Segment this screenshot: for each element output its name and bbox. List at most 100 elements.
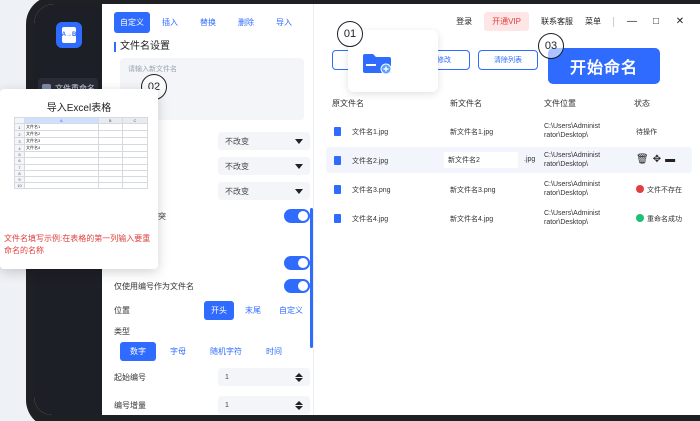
column-header: 原文件名 xyxy=(332,99,364,108)
start-rename-button[interactable]: 开始命名 xyxy=(548,48,660,84)
increment-row: 编号增量 1 xyxy=(114,396,310,414)
position-segment: 开头 末尾 自定义 xyxy=(204,301,310,320)
section-title: 文件名设置 xyxy=(114,42,170,52)
number-only-toggle[interactable] xyxy=(284,279,310,293)
tab-import[interactable]: 导入 xyxy=(266,12,302,33)
type-label: 类型 xyxy=(114,327,130,336)
table-row[interactable]: 文件名2.jpg 新文件名2 .jpg C:\Users\Administ rat… xyxy=(326,147,692,173)
settings-scrollbar[interactable] xyxy=(310,208,313,348)
status-error: 文件不存在 xyxy=(636,185,682,195)
folder-icon[interactable]: ▬ xyxy=(665,154,679,165)
chevron-down-icon xyxy=(295,138,303,144)
file-icon xyxy=(334,185,341,194)
number-only-label: 仅使用编号作为文件名 xyxy=(114,281,194,291)
extension-text: .jpg xyxy=(524,156,536,163)
file-location: C:\Users\Administ rator\Desktop\ xyxy=(544,210,601,226)
column-header: 文件位置 xyxy=(544,99,576,108)
file-icon xyxy=(334,214,341,223)
menu-link[interactable]: 菜单 xyxy=(585,16,601,27)
position-start-option[interactable]: 开头 xyxy=(204,301,234,320)
setting-select-1[interactable]: 不改变 xyxy=(218,132,310,150)
file-icon xyxy=(334,127,341,136)
minimize-icon[interactable]: — xyxy=(626,16,638,27)
file-location: C:\Users\Administ rator\Desktop\ xyxy=(544,181,601,197)
divider xyxy=(613,16,614,27)
title-bar: 登录 开通VIP 联系客服 菜单 — □ ✕ xyxy=(456,12,700,31)
start-number-row: 起始编号 1 xyxy=(114,368,310,386)
excel-sheet: A B C 1 文件名1 2 文件名2 3 文件名3 4 文件名4 5 6 7 8 9 … xyxy=(14,116,149,190)
type-number-option[interactable]: 数字 xyxy=(120,342,156,361)
option-toggle[interactable] xyxy=(284,256,310,270)
type-random-option[interactable]: 随机字符 xyxy=(200,342,252,361)
new-name: 新文件名3.png xyxy=(450,187,496,194)
select-value: 不改变 xyxy=(225,186,249,196)
file-location: C:\Users\Administ rator\Desktop\ xyxy=(544,152,601,168)
maximize-icon[interactable]: □ xyxy=(650,16,662,27)
position-label: 位置 xyxy=(114,306,130,315)
type-segment: 数字 字母 随机字符 时间 xyxy=(120,342,292,361)
app-logo-icon: A→B xyxy=(56,22,82,48)
success-icon xyxy=(636,214,644,222)
tab-replace[interactable]: 替换 xyxy=(190,12,226,33)
chevron-down-icon xyxy=(295,188,303,194)
login-link[interactable]: 登录 xyxy=(456,16,472,27)
mode-tabs: 自定义 插入 替换 删除 导入 xyxy=(114,12,302,33)
type-letter-option[interactable]: 字母 xyxy=(160,342,196,361)
new-name: 新文件名4.jpg xyxy=(450,216,494,223)
original-name: 文件名4.jpg xyxy=(352,216,389,223)
excel-import-card: 导入Excel表格 A B C 1 文件名1 2 文件名2 3 文件名3 4 文件名4 … xyxy=(0,89,158,269)
move-icon[interactable]: ✥ xyxy=(653,154,665,165)
stepper-value: 1 xyxy=(225,401,229,409)
excel-example-note: 文件名填写示例:在表格的第一列输入要重命名的名称 xyxy=(4,234,151,255)
excel-row: 2 文件名2 xyxy=(14,130,149,139)
new-name: 新文件名1.jpg xyxy=(450,129,494,136)
row-actions: 🗑✥▬ xyxy=(636,154,679,165)
chevron-down-icon xyxy=(295,163,303,169)
status-success: 重命名成功 xyxy=(636,214,682,224)
setting-select-3[interactable]: 不改变 xyxy=(218,182,310,200)
support-link[interactable]: 联系客服 xyxy=(541,16,573,27)
table-row[interactable]: 文件名3.png 新文件名3.png C:\Users\Administ rato… xyxy=(326,176,692,202)
file-location: C:\Users\Administ rator\Desktop\ xyxy=(544,123,601,139)
excel-row: 4 文件名4 xyxy=(14,144,149,153)
original-name: 文件名1.jpg xyxy=(352,129,389,136)
table-row[interactable]: 文件名1.jpg 新文件名1.jpg C:\Users\Administ rato… xyxy=(326,118,692,144)
table-row[interactable]: 文件名4.jpg 新文件名4.jpg C:\Users\Administ rato… xyxy=(326,205,692,231)
clear-list-button[interactable]: 清除列表 xyxy=(478,50,538,70)
folder-add-icon xyxy=(363,54,392,74)
position-row: 位置 开头 末尾 自定义 xyxy=(114,301,310,320)
conflict-toggle[interactable] xyxy=(284,209,310,223)
position-custom-option[interactable]: 自定义 xyxy=(272,301,310,320)
select-value: 不改变 xyxy=(225,161,249,171)
tab-delete[interactable]: 删除 xyxy=(228,12,264,33)
start-number-label: 起始编号 xyxy=(114,372,146,382)
trash-icon[interactable]: 🗑 xyxy=(636,154,653,165)
status-text: 待操作 xyxy=(636,129,657,136)
stepper-value: 1 xyxy=(225,373,229,381)
excel-row: 3 文件名3 xyxy=(14,137,149,146)
stepper-arrows-icon[interactable] xyxy=(295,372,303,382)
original-name: 文件名2.jpg xyxy=(352,158,389,165)
increment-label: 编号增量 xyxy=(114,400,146,410)
tab-insert[interactable]: 插入 xyxy=(152,12,188,33)
vip-button[interactable]: 开通VIP xyxy=(484,12,529,31)
step-badge-3: 03 xyxy=(538,33,564,59)
stepper-arrows-icon[interactable] xyxy=(295,400,303,410)
setting-select-2[interactable]: 不改变 xyxy=(218,157,310,175)
tab-custom[interactable]: 自定义 xyxy=(114,12,150,33)
type-row: 类型 xyxy=(114,326,310,337)
increment-stepper[interactable]: 1 xyxy=(218,396,310,414)
excel-title: 导入Excel表格 xyxy=(46,103,112,114)
start-number-stepper[interactable]: 1 xyxy=(218,368,310,386)
column-header: 状态 xyxy=(634,99,650,108)
type-time-option[interactable]: 时间 xyxy=(256,342,292,361)
new-name-input[interactable]: 新文件名2 xyxy=(444,152,518,168)
position-end-option[interactable]: 末尾 xyxy=(238,301,268,320)
error-icon xyxy=(636,185,644,193)
number-only-row: 仅使用编号作为文件名 xyxy=(114,279,310,293)
select-value: 不改变 xyxy=(225,136,249,146)
close-icon[interactable]: ✕ xyxy=(674,16,686,27)
logo-glyph: A→B xyxy=(62,27,76,43)
column-header: 新文件名 xyxy=(450,99,482,108)
original-name: 文件名3.png xyxy=(352,187,391,194)
